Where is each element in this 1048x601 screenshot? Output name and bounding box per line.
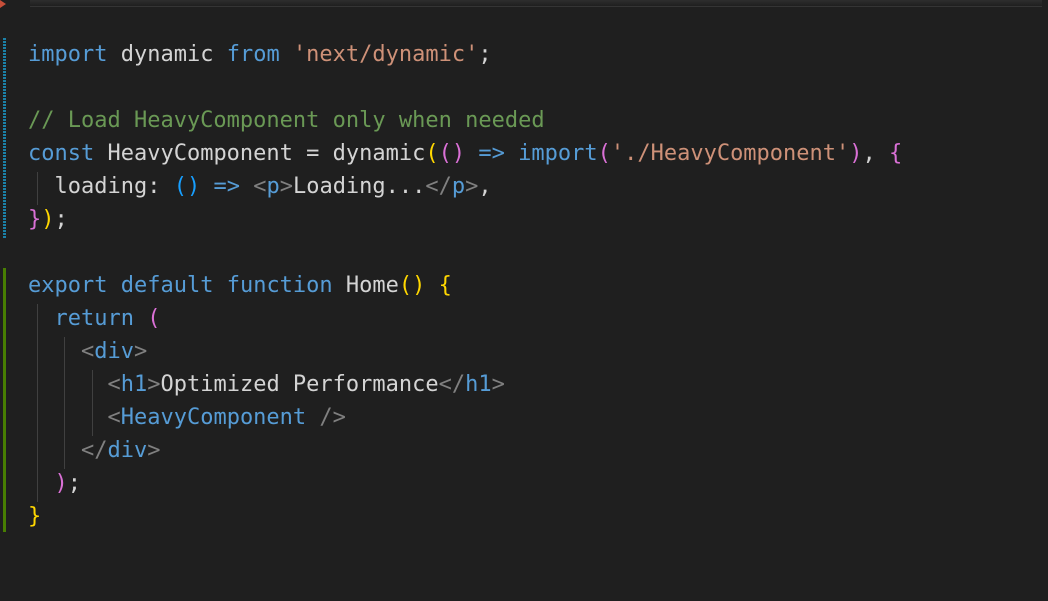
code-line[interactable]: // Load HeavyComponent only when needed: [28, 104, 545, 137]
code-line[interactable]: </div>: [28, 434, 161, 467]
code-line[interactable]: <div>: [28, 335, 147, 368]
code-token: default: [120, 273, 214, 298]
code-token: (): [398, 273, 426, 298]
code-token: (: [597, 141, 611, 166]
code-line[interactable]: const HeavyComponent = dynamic(() => imp…: [28, 137, 902, 170]
code-line[interactable]: );: [28, 467, 82, 500]
code-token: =>: [478, 141, 505, 166]
code-token: </: [80, 438, 108, 463]
code-token: from: [226, 42, 280, 67]
code-line[interactable]: import dynamic from 'next/dynamic';: [28, 38, 492, 71]
code-editor[interactable]: import dynamic from 'next/dynamic'; // Lo…: [0, 0, 1048, 601]
code-token: ): [41, 207, 55, 232]
code-token: ;: [478, 42, 492, 67]
code-token: p: [451, 174, 466, 199]
code-token: import: [518, 141, 598, 166]
code-token: function: [226, 273, 333, 298]
code-token: HeavyComponent: [120, 405, 307, 430]
code-token: './HeavyComponent': [610, 141, 850, 166]
code-token: >: [147, 438, 161, 463]
code-token: <: [253, 174, 267, 199]
code-token: (): [173, 174, 201, 199]
code-token: 'next/dynamic': [292, 42, 479, 67]
error-marker-icon: [0, 0, 6, 8]
code-token: dynamic: [107, 42, 227, 67]
code-token: {: [438, 273, 452, 298]
code-token: HeavyComponent =: [94, 141, 333, 166]
code-token: =>: [213, 174, 240, 199]
code-token: div: [94, 339, 134, 364]
code-line[interactable]: export default function Home() {: [28, 269, 452, 302]
code-line[interactable]: return (: [28, 302, 161, 335]
code-token: export: [28, 273, 108, 298]
code-token: {: [889, 141, 903, 166]
code-token: ;: [67, 471, 81, 496]
code-token: ;: [54, 207, 68, 232]
code-token: }: [28, 504, 42, 529]
scroll-shadow: [30, 0, 1042, 7]
gutter-added-indicator[interactable]: [3, 268, 6, 532]
code-line[interactable]: <h1>Optimized Performance</h1>: [28, 368, 505, 401]
code-line[interactable]: });: [28, 203, 68, 236]
code-token: // Load HeavyComponent only when needed: [28, 108, 545, 133]
code-line[interactable]: loading: () => <p>Loading...</p>,: [28, 170, 492, 203]
code-token: </: [438, 372, 466, 397]
code-token: loading:: [28, 174, 174, 199]
code-token: h1: [465, 372, 492, 397]
code-token: return: [54, 306, 134, 331]
code-token: <: [107, 405, 121, 430]
code-token: h1: [120, 372, 148, 397]
code-token: import: [28, 42, 108, 67]
code-token: Home: [345, 273, 399, 298]
code-token: ,: [862, 141, 890, 166]
code-token: p: [266, 174, 280, 199]
code-token: <: [80, 339, 95, 364]
code-token: dynamic: [332, 141, 426, 166]
code-token: </: [425, 174, 452, 199]
code-token: Optimized Performance: [160, 372, 439, 397]
code-token: div: [107, 438, 148, 463]
gutter-modified-indicator[interactable]: [3, 38, 6, 238]
code-token: >: [279, 174, 293, 199]
code-token: ): [54, 471, 68, 496]
code-token: (): [438, 141, 466, 166]
code-line[interactable]: <HeavyComponent />: [28, 401, 346, 434]
code-token: >: [465, 174, 479, 199]
code-token: />: [306, 405, 346, 430]
code-token: ): [849, 141, 863, 166]
code-token: >: [491, 372, 505, 397]
code-token: >: [133, 339, 148, 364]
code-token: ,: [478, 174, 492, 199]
code-token: <: [107, 372, 121, 397]
code-token: (: [425, 141, 439, 166]
code-token: Loading...: [292, 174, 426, 199]
code-token: const: [28, 141, 95, 166]
code-line[interactable]: }: [28, 500, 41, 533]
code-token: }: [28, 207, 42, 232]
code-token: >: [147, 372, 161, 397]
code-token: (: [147, 306, 161, 331]
